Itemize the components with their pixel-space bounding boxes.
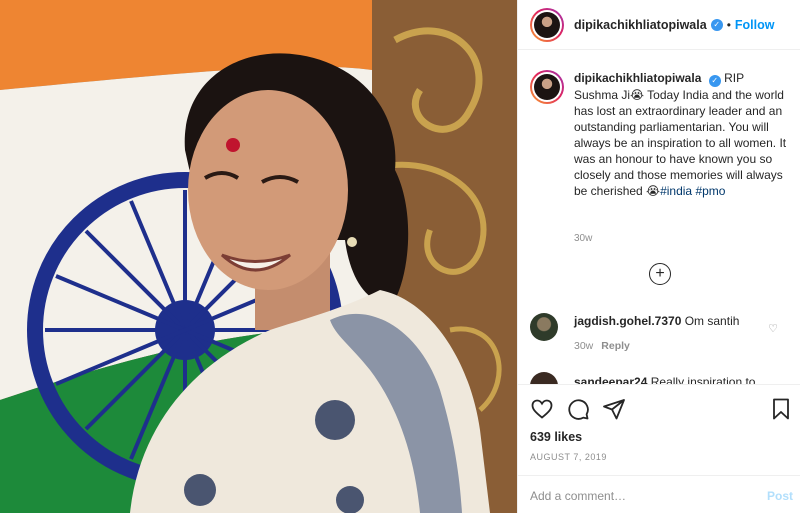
- caption-username[interactable]: dipikachikhliatopiwala: [574, 71, 701, 85]
- post-side-panel: dipikachikhliatopiwala ✓ • Follow dipika…: [517, 0, 800, 513]
- add-comment-bar: Add a comment… Post: [518, 475, 800, 513]
- hashtag-pmo[interactable]: #pmo: [695, 184, 725, 198]
- post-date[interactable]: AUGUST 7, 2019: [530, 452, 607, 462]
- comments-scroll-clip: sandeepar24 Really inspiration to: [518, 372, 800, 384]
- comment-input[interactable]: Add a comment…: [530, 489, 626, 503]
- comment-item: jagdish.gohel.7370 Om santih 30w Reply ♡: [530, 313, 792, 354]
- avatar[interactable]: [530, 7, 564, 42]
- share-icon[interactable]: [602, 397, 626, 421]
- caption-time[interactable]: 30w: [574, 233, 592, 244]
- comment-username[interactable]: jagdish.gohel.7370: [574, 314, 681, 328]
- comment-item: sandeepar24 Really inspiration to: [530, 372, 755, 384]
- comment-icon[interactable]: [566, 397, 590, 421]
- caption-body: Today India and the world has lost an ex…: [574, 88, 787, 198]
- caption-verified-badge-icon: ✓: [708, 75, 721, 87]
- comment-avatar[interactable]: [530, 372, 558, 384]
- verified-badge-icon: ✓: [710, 18, 723, 31]
- likes-count[interactable]: 639 likes: [530, 430, 582, 444]
- comment-text: Om santih: [684, 314, 740, 328]
- avatar-image: [534, 11, 560, 38]
- caption-avatar[interactable]: [530, 70, 564, 104]
- bookmark-icon[interactable]: [769, 397, 793, 421]
- follow-button[interactable]: Follow: [735, 18, 775, 32]
- caption-avatar-image: [534, 74, 560, 100]
- post-actions: 639 likes AUGUST 7, 2019 Add a comment… …: [518, 384, 800, 513]
- hashtag-india[interactable]: #india: [660, 184, 692, 198]
- caption-text: dipikachikhliatopiwala ✓ RIP Sushma Ji😭 …: [574, 70, 788, 199]
- post-comment-button[interactable]: Post: [767, 489, 793, 503]
- post-photo[interactable]: [0, 0, 517, 513]
- plus-circle-icon[interactable]: +: [649, 263, 671, 285]
- comment-text: Really inspiration to: [650, 375, 756, 384]
- comment-avatar[interactable]: [530, 313, 558, 341]
- header-separator: •: [726, 17, 731, 32]
- header-username[interactable]: dipikachikhliatopiwala: [574, 18, 707, 32]
- comment-username[interactable]: sandeepar24: [574, 375, 647, 384]
- post-header: dipikachikhliatopiwala ✓ • Follow: [518, 0, 800, 50]
- reply-button[interactable]: Reply: [601, 340, 630, 352]
- heart-icon[interactable]: [530, 397, 554, 421]
- instagram-post: dipikachikhliatopiwala ✓ • Follow dipika…: [0, 0, 800, 513]
- comment-like-heart-icon[interactable]: ♡: [768, 322, 778, 335]
- post-caption: dipikachikhliatopiwala ✓ RIP Sushma Ji😭 …: [530, 70, 792, 199]
- post-photo-illustration: [0, 0, 517, 513]
- comment-time[interactable]: 30w: [574, 340, 593, 352]
